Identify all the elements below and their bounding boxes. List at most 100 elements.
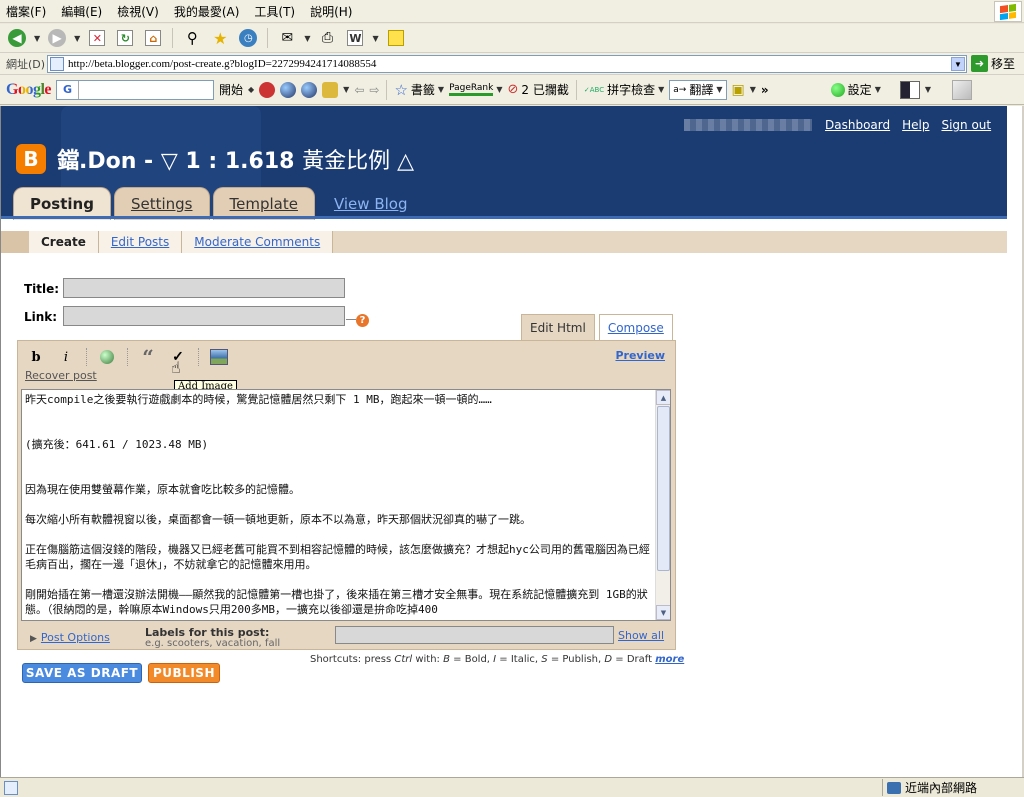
bookmarks-button[interactable]: ☆ 書籤 ▼ <box>394 81 444 99</box>
messenger-button[interactable] <box>385 27 407 49</box>
folder-dropdown-icon[interactable]: ▼ <box>750 85 756 94</box>
settings-label: 設定 <box>847 83 872 97</box>
google-g-icon[interactable]: G <box>57 80 79 99</box>
subnav-create[interactable]: Create <box>29 231 99 253</box>
layout-dropdown-icon[interactable]: ▼ <box>925 85 931 94</box>
more-tools-button[interactable]: » <box>761 83 769 97</box>
translate-button[interactable]: a→ 翻譯 ▼ <box>669 79 727 100</box>
help-connector <box>346 319 356 320</box>
stop-button[interactable]: ✕ <box>86 27 108 49</box>
globe-icon[interactable] <box>280 81 297 98</box>
link-input[interactable] <box>63 306 345 326</box>
help-link[interactable]: Help <box>902 118 929 132</box>
subnav-edit-posts[interactable]: Edit Posts <box>99 231 183 253</box>
scroll-thumb[interactable] <box>657 406 670 571</box>
spellcheck-icon-text: ABC <box>589 85 605 94</box>
menu-view[interactable]: 檢視(V) <box>117 3 159 20</box>
puzzle-dropdown-icon[interactable]: ▼ <box>343 85 349 94</box>
search-icon: ⚲ <box>186 29 198 47</box>
scroll-down-icon[interactable]: ▼ <box>656 605 670 620</box>
recover-post-link[interactable]: Recover post <box>25 369 97 382</box>
menu-tools[interactable]: 工具(T) <box>254 3 295 20</box>
tab-edit-html[interactable]: Edit Html <box>521 314 595 341</box>
back-dropdown-icon[interactable]: ▼ <box>34 34 40 43</box>
menu-favorites[interactable]: 我的最愛(A) <box>174 3 240 20</box>
mail-dropdown-icon[interactable]: ▼ <box>304 34 310 43</box>
prev-term-icon[interactable]: ⇦ <box>354 83 364 97</box>
save-as-draft-button[interactable]: SAVE AS DRAFT <box>22 663 142 683</box>
settings-icon <box>830 82 845 97</box>
mail-button[interactable]: ✉ <box>276 27 298 49</box>
add-image-button[interactable] <box>209 347 229 367</box>
post-options-link[interactable]: ▶ Post Options <box>30 631 110 644</box>
google-search-input[interactable]: G <box>56 79 214 100</box>
back-button[interactable]: ◀ <box>6 27 28 49</box>
page-status-icon <box>4 780 18 795</box>
google-search-button[interactable]: 開始 <box>219 81 243 98</box>
word-button[interactable]: W <box>344 27 366 49</box>
textarea-scrollbar[interactable]: ▲ ▼ <box>655 390 670 620</box>
globe-icon-2[interactable] <box>301 81 318 98</box>
gtoolbar-divider <box>386 79 388 100</box>
settings-button[interactable]: 設定 ▼ <box>830 81 881 98</box>
window-layout-icon[interactable] <box>899 80 920 99</box>
address-input[interactable]: http://beta.blogger.com/post-create.g?bl… <box>47 55 967 73</box>
back-arrow-icon: ◀ <box>8 29 26 47</box>
title-label: Title: <box>24 282 60 296</box>
spellcheck-label: 拼字檢查 <box>607 83 656 97</box>
help-icon[interactable]: ? <box>356 314 369 327</box>
publish-button[interactable]: PUBLISH <box>148 663 220 683</box>
post-body-text: 昨天compile之後要執行遊戲劇本的時候，驚覺記憶體居然只剩下 1 MB，跑起… <box>25 393 650 616</box>
sign-out-link[interactable]: Sign out <box>941 118 991 132</box>
print-button[interactable]: ⎙ <box>316 27 338 49</box>
word-icon: W <box>347 30 364 46</box>
popup-blocker-button[interactable]: ⊘ 2 已攔截 <box>508 81 569 98</box>
blockquote-button[interactable]: “ <box>138 345 158 369</box>
home-button[interactable]: ⌂ <box>142 27 164 49</box>
link-button[interactable] <box>97 347 117 367</box>
menu-bar: 檔案(F) 編輯(E) 檢視(V) 我的最愛(A) 工具(T) 說明(H) <box>0 0 1024 23</box>
search-dropdown-icon[interactable]: ◆ <box>248 85 254 94</box>
forward-button[interactable]: ▶ <box>46 27 68 49</box>
next-term-icon[interactable]: ⇨ <box>369 83 379 97</box>
show-all-link[interactable]: Show all <box>618 629 664 642</box>
menu-help[interactable]: 說明(H) <box>310 3 352 20</box>
bold-button[interactable]: b <box>26 347 46 367</box>
tab-compose[interactable]: Compose <box>598 314 673 341</box>
tile-windows-icon[interactable] <box>952 79 972 100</box>
menu-file[interactable]: 檔案(F) <box>6 3 46 20</box>
labels-input[interactable] <box>335 626 614 644</box>
subnav-moderate-comments[interactable]: Moderate Comments <box>182 231 334 253</box>
popup-blocker-icon: ⊘ <box>507 82 519 97</box>
refresh-button[interactable]: ↻ <box>114 27 136 49</box>
forward-dropdown-icon[interactable]: ▼ <box>74 34 80 43</box>
spellcheck-button[interactable]: ✓ABC 拼字檢查 ▼ <box>584 81 664 98</box>
status-bar: 近端內部網路 <box>0 777 1024 797</box>
title-input[interactable] <box>63 278 345 298</box>
dashboard-link[interactable]: Dashboard <box>825 118 890 132</box>
favorites-button[interactable]: ★ <box>209 27 231 49</box>
scroll-up-icon[interactable]: ▲ <box>656 390 670 405</box>
shortcuts-more-link[interactable]: more <box>655 654 684 665</box>
post-options-label: Post Options <box>40 631 110 644</box>
link-label: Link: <box>24 310 58 324</box>
search-button[interactable]: ⚲ <box>181 27 203 49</box>
menu-edit[interactable]: 編輯(E) <box>61 3 102 20</box>
puzzle-icon[interactable] <box>322 81 339 98</box>
shortcuts-hint: Shortcuts: press Ctrl with: B = Bold, I … <box>310 654 685 665</box>
pagerank-button[interactable]: PageRank ▼ <box>449 83 503 96</box>
translate-label: 翻譯 <box>689 83 714 97</box>
post-body-textarea[interactable]: 昨天compile之後要執行遊戲劇本的時候，驚覺記憶體居然只剩下 1 MB，跑起… <box>21 389 671 621</box>
folder-up-icon[interactable]: ▣ <box>732 82 745 98</box>
preview-link[interactable]: Preview <box>615 349 665 362</box>
news-icon[interactable] <box>259 81 276 98</box>
go-button[interactable]: ➜ 移至 <box>971 55 1015 72</box>
hand-cursor-icon: ☝ <box>171 358 181 377</box>
italic-button[interactable]: i <box>56 347 76 367</box>
editor-mode-tabs: Edit Html Compose <box>521 314 673 341</box>
address-dropdown-icon[interactable]: ▼ <box>951 57 965 71</box>
word-dropdown-icon[interactable]: ▼ <box>372 34 378 43</box>
expand-triangle-icon: ▶ <box>30 634 37 644</box>
history-button[interactable]: ◷ <box>237 27 259 49</box>
subnav-band <box>1 231 29 253</box>
